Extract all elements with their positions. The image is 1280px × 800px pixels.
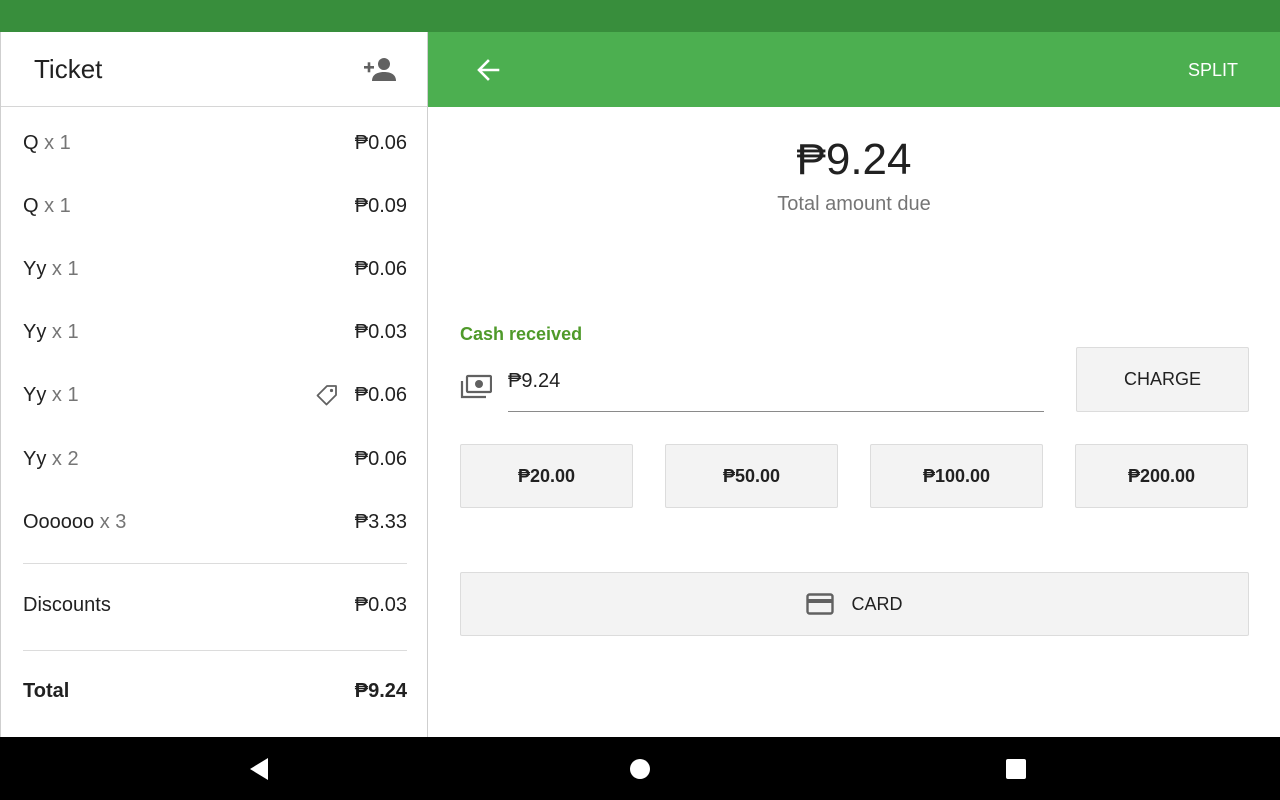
item-qty: x 2 xyxy=(51,448,79,470)
charge-button[interactable]: CHARGE xyxy=(1076,347,1249,412)
arrow-back-icon[interactable] xyxy=(472,54,504,86)
quick-amount-button[interactable]: ₱100.00 xyxy=(870,444,1043,508)
item-qty: x 1 xyxy=(51,321,79,343)
ticket-item[interactable]: Yy x 1 ₱0.03 xyxy=(23,321,407,351)
item-qty: x 1 xyxy=(44,132,71,154)
ticket-item[interactable]: Yy x 1 ₱0.06 xyxy=(23,384,407,414)
ticket-header: Ticket xyxy=(1,32,427,107)
split-button[interactable]: SPLIT xyxy=(1188,60,1238,81)
item-name: Oooooo xyxy=(23,511,95,533)
ticket-item[interactable]: Yy x 1 ₱0.06 xyxy=(23,258,407,288)
tag-icon xyxy=(315,384,339,408)
item-price: ₱0.06 xyxy=(354,384,407,406)
quick-amount-button[interactable]: ₱20.00 xyxy=(460,444,633,508)
item-name: Q xyxy=(23,132,39,154)
item-name: Q xyxy=(23,195,39,217)
cash-icon xyxy=(460,373,493,401)
item-price: ₱3.33 xyxy=(354,511,407,533)
quick-amount-button[interactable]: ₱200.00 xyxy=(1075,444,1248,508)
ticket-item[interactable]: Q x 1 ₱0.06 xyxy=(23,132,407,162)
ticket-item[interactable]: Yy x 2 ₱0.06 xyxy=(23,448,407,478)
ticket-panel: Ticket Q x 1 ₱0.06 Q x 1 ₱0.09 Yy x 1 ₱0… xyxy=(0,32,428,737)
card-label: CARD xyxy=(851,593,903,614)
total-amount-due-label: Total amount due xyxy=(777,193,931,215)
item-price: ₱0.09 xyxy=(354,195,407,217)
ticket-title: Ticket xyxy=(34,54,103,84)
credit-card-icon xyxy=(806,593,835,615)
recents-nav-icon[interactable] xyxy=(1004,757,1028,781)
card-button[interactable]: CARD xyxy=(460,572,1249,636)
cash-received-input[interactable] xyxy=(508,366,1044,412)
divider xyxy=(23,650,407,651)
back-nav-icon[interactable] xyxy=(248,757,272,781)
item-price: ₱0.06 xyxy=(354,448,407,470)
total-amount-due: ₱9.24 xyxy=(796,135,912,184)
item-qty: x 1 xyxy=(51,384,79,406)
cash-received-label: Cash received xyxy=(460,324,583,344)
ticket-item[interactable]: Q x 1 ₱0.09 xyxy=(23,195,407,225)
total-value: ₱9.24 xyxy=(354,680,407,702)
ticket-item[interactable]: Oooooo x 3 ₱3.33 xyxy=(23,511,407,541)
payment-app-bar: SPLIT xyxy=(428,32,1280,107)
item-name: Yy xyxy=(23,321,47,343)
discounts-value: ₱0.03 xyxy=(354,594,407,616)
item-qty: x 3 xyxy=(99,511,127,533)
item-name: Yy xyxy=(23,258,47,280)
quick-amount-button[interactable]: ₱50.00 xyxy=(665,444,838,508)
item-price: ₱0.06 xyxy=(354,258,407,280)
total-label: Total xyxy=(23,680,70,702)
item-qty: x 1 xyxy=(44,195,71,217)
item-price: ₱0.06 xyxy=(354,132,407,154)
item-name: Yy xyxy=(23,448,47,470)
item-name: Yy xyxy=(23,384,47,406)
status-bar xyxy=(0,0,1280,32)
discounts-row: Discounts ₱0.03 xyxy=(23,594,407,624)
item-price: ₱0.03 xyxy=(354,321,407,343)
discounts-label: Discounts xyxy=(23,594,111,616)
item-qty: x 1 xyxy=(51,258,79,280)
divider xyxy=(23,563,407,564)
total-row: Total ₱9.24 xyxy=(23,680,407,710)
person-add-icon[interactable] xyxy=(363,56,397,84)
navigation-bar xyxy=(0,737,1280,800)
home-nav-icon[interactable] xyxy=(628,757,652,781)
